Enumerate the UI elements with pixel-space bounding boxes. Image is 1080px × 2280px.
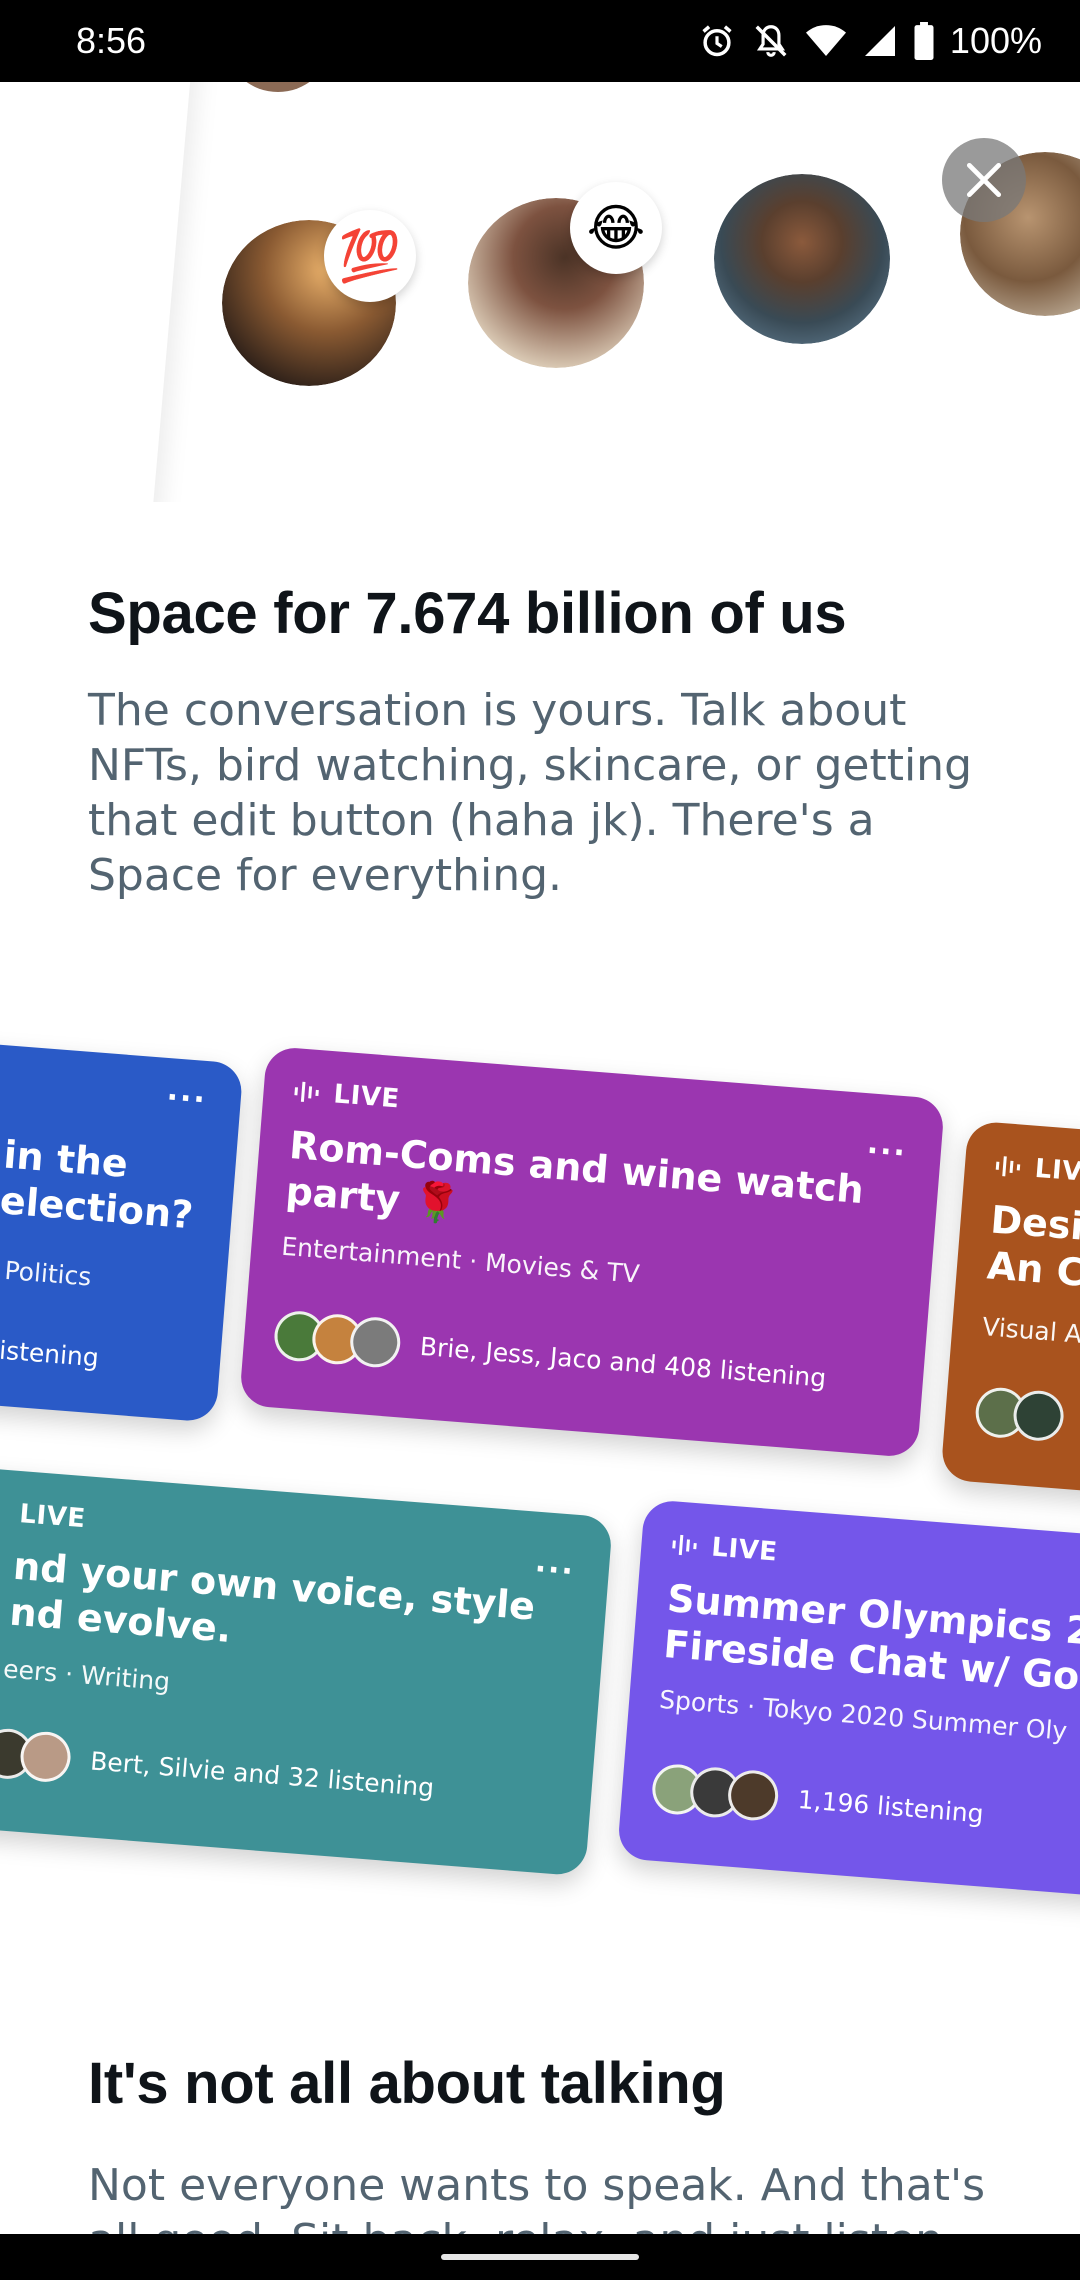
close-icon — [966, 162, 1002, 198]
alarm-icon — [702, 25, 732, 57]
listening-text: 1,196 listening — [796, 1784, 985, 1828]
section2-title: It's not all about talking — [88, 2051, 726, 2116]
hero-avatars: 💯 😂 — [0, 82, 1080, 502]
section2-body: Not everyone wants to speak. And that's … — [88, 2160, 986, 2234]
audio-wave-icon — [672, 1534, 697, 1556]
live-label: LIVE — [18, 1499, 87, 1535]
listening-text: listening — [0, 1335, 100, 1373]
section1-body: The conversation is yours. Talk about NF… — [88, 685, 972, 901]
space-card-olympics[interactable]: LIVE Summer Olympics 2 Fireside Chat w/ … — [616, 1499, 1080, 1905]
more-icon[interactable]: ··· — [865, 1133, 908, 1171]
card-listening — [973, 1385, 1066, 1443]
wifi-icon — [805, 25, 846, 56]
card-title: in the election? — [0, 1132, 195, 1238]
status-icons: 100% — [698, 18, 1042, 64]
space-card-writing[interactable]: LIVE ··· nd your own voice, style nd evo… — [0, 1463, 614, 1877]
card-category: Entertainment · Movies & TV — [280, 1231, 641, 1289]
card-listening: 1,196 listening — [650, 1762, 985, 1839]
card-category: Politics — [3, 1255, 93, 1292]
space-card-visual-arts[interactable]: LIV Desi An C Visual A — [940, 1120, 1080, 1500]
close-button[interactable] — [942, 138, 1026, 222]
card-listening: Brie, Jess, Jaco and 408 listening — [272, 1309, 828, 1402]
clipped-avatar — [228, 82, 328, 92]
spaces-cards: ··· in the election? Politics listening … — [0, 1010, 1080, 1930]
listener-avatars — [973, 1385, 1066, 1443]
audio-wave-icon — [294, 1081, 319, 1102]
card-listening: listening — [0, 1335, 100, 1372]
listening-text: Bert, Silvie and 32 listening — [89, 1745, 436, 1802]
card-title: Summer Olympics 2 Fireside Chat w/ Go — [662, 1576, 1080, 1699]
section1-title: Space for 7.674 billion of us — [88, 581, 847, 646]
space-card-romcoms[interactable]: LIVE ··· Rom-Coms and wine watch party 🌹… — [238, 1045, 946, 1459]
avatar-man — [714, 174, 890, 344]
card-title: Desi An C — [985, 1197, 1080, 1295]
battery-percent: 100% — [949, 20, 1042, 61]
live-badge: LIVE — [18, 1499, 86, 1534]
battery-icon — [914, 22, 934, 60]
hundred-emoji-badge: 💯 — [324, 210, 416, 302]
listening-text: Brie, Jess, Jaco and 408 listening — [418, 1331, 828, 1393]
listener-avatars — [272, 1309, 403, 1370]
nav-bar — [0, 2234, 1080, 2280]
live-badge: LIVE — [670, 1529, 779, 1568]
home-gesture-pill[interactable] — [441, 2254, 639, 2260]
audio-wave-icon — [995, 1156, 1021, 1177]
mute-icon — [755, 25, 787, 57]
laughing-emoji-badge: 😂 — [570, 182, 662, 274]
hero-panel — [0, 82, 194, 502]
live-label: LIVE — [332, 1079, 401, 1115]
card-category: Visual A — [981, 1312, 1080, 1349]
live-label: LIV — [1033, 1153, 1080, 1188]
live-badge: LIVE — [293, 1076, 401, 1114]
space-card-politics[interactable]: ··· in the election? Politics listening — [0, 1037, 244, 1423]
status-time: 8:56 — [76, 20, 147, 61]
status-bar: 8:56 100% — [0, 0, 1080, 82]
signal-icon — [864, 26, 895, 56]
card-listening: Bert, Silvie and 32 listening — [0, 1726, 436, 1812]
live-badge: LIV — [994, 1151, 1080, 1188]
listener-avatars — [0, 1726, 73, 1784]
live-label: LIVE — [710, 1532, 779, 1568]
section2-body-clip: Not everyone wants to speak. And that's … — [0, 2150, 1080, 2234]
card-category: eers · Writing — [2, 1654, 172, 1697]
listener-avatars — [650, 1762, 781, 1823]
card-title: nd your own voice, style nd evolve. — [8, 1543, 537, 1651]
more-icon[interactable]: ··· — [165, 1080, 208, 1118]
